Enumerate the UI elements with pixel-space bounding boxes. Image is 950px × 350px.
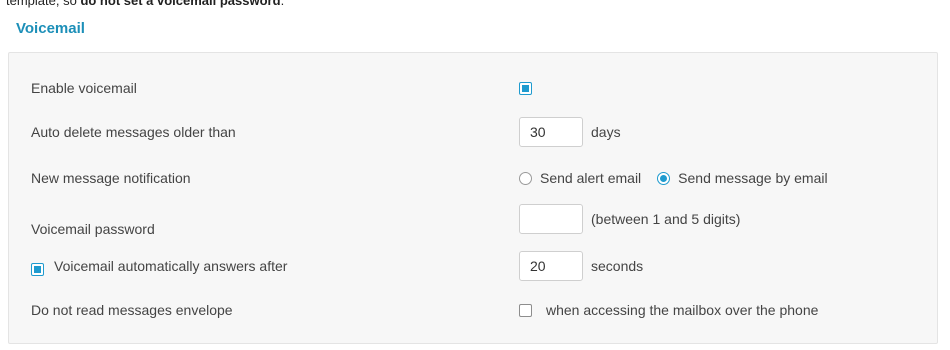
section-title: Voicemail <box>16 20 85 37</box>
auto-answer-checkbox[interactable] <box>31 263 44 276</box>
auto-delete-unit: days <box>591 124 621 140</box>
password-label: Voicemail password <box>31 221 155 237</box>
envelope-label: Do not read messages envelope <box>31 302 233 318</box>
row-notification: New message notification Send alert emai… <box>9 163 937 193</box>
enable-voicemail-label: Enable voicemail <box>31 80 137 96</box>
intro-text-prefix: template, so <box>6 0 81 8</box>
radio-send-message-by-email-icon[interactable] <box>657 171 671 185</box>
auto-delete-days-input[interactable] <box>519 117 583 147</box>
voicemail-password-input[interactable] <box>519 204 583 234</box>
row-auto-delete: Auto delete messages older than days <box>9 117 937 147</box>
auto-answer-label: Voicemail automatically answers after <box>54 258 288 274</box>
radio-send-message-by-email[interactable]: Send message by email <box>657 170 828 186</box>
auto-answer-seconds-input[interactable] <box>519 251 583 281</box>
row-password: Voicemail password (between 1 and 5 digi… <box>9 204 937 237</box>
row-auto-answer: Voicemail automatically answers after se… <box>9 251 937 281</box>
password-hint: (between 1 and 5 digits) <box>591 211 741 227</box>
notification-label: New message notification <box>31 170 191 186</box>
envelope-checkbox[interactable] <box>519 303 532 317</box>
row-enable-voicemail: Enable voicemail <box>9 73 937 103</box>
intro-text: template, so do not set a voicemail pass… <box>6 0 284 8</box>
enable-voicemail-checkbox[interactable] <box>519 81 532 95</box>
voicemail-panel: Enable voicemail Auto delete messages ol… <box>8 52 938 344</box>
row-envelope: Do not read messages envelope when acces… <box>9 295 937 325</box>
intro-text-bold: do not set a voicemail password <box>80 0 281 8</box>
radio-send-alert-email-icon[interactable] <box>519 171 532 185</box>
auto-answer-label-wrap: Voicemail automatically answers after <box>31 251 287 281</box>
radio-send-alert-email-label: Send alert email <box>540 170 642 186</box>
radio-send-message-by-email-label: Send message by email <box>678 170 828 186</box>
envelope-checkbox-label: when accessing the mailbox over the phon… <box>546 302 819 318</box>
intro-text-suffix: . <box>280 0 285 8</box>
radio-send-alert-email[interactable]: Send alert email <box>519 170 641 186</box>
auto-delete-label: Auto delete messages older than <box>31 124 236 140</box>
auto-answer-unit: seconds <box>591 258 644 274</box>
